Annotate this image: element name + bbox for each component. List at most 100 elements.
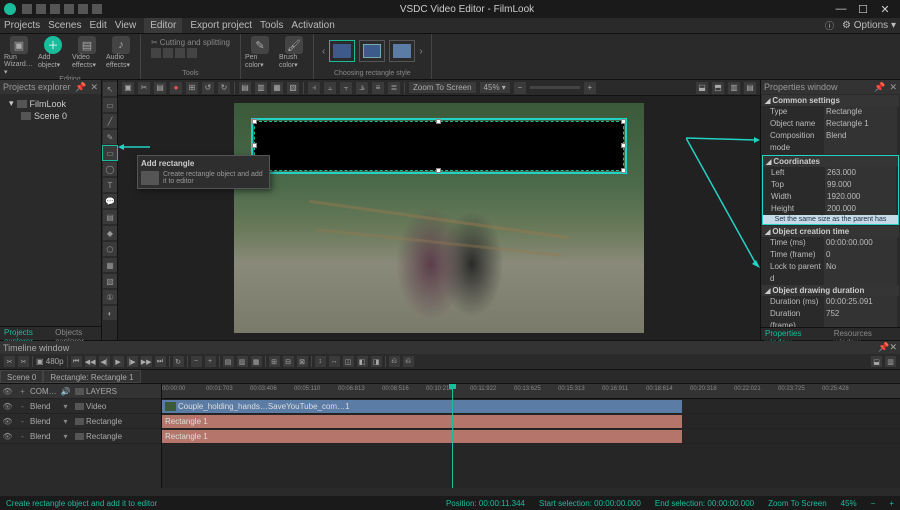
zoom-slider[interactable] — [530, 86, 580, 89]
zoom-in-button[interactable]: + — [889, 499, 894, 508]
style-swatch[interactable] — [359, 40, 385, 62]
align-button[interactable]: ⫡ — [356, 82, 368, 94]
toolbar-button[interactable]: ⬓ — [696, 82, 708, 94]
align-button[interactable]: ⫞ — [308, 82, 320, 94]
zoom-out-button[interactable]: − — [871, 499, 876, 508]
section-drawing-duration[interactable]: Object drawing duration — [762, 285, 899, 296]
qat-icon[interactable] — [64, 4, 74, 14]
canvas-viewport[interactable] — [118, 96, 760, 340]
tl-button[interactable]: + — [205, 356, 216, 367]
track-label[interactable]: Video — [73, 402, 161, 411]
toolbar-button[interactable]: ✂ — [138, 82, 150, 94]
resize-handle[interactable] — [621, 168, 626, 173]
duration-input[interactable]: 00:00:25.091 — [824, 296, 897, 308]
menu-edit[interactable]: Edit — [89, 20, 106, 31]
rectangle-object[interactable] — [254, 121, 624, 171]
skip-end-button[interactable]: ⏭ — [155, 356, 166, 367]
text-tool[interactable]: T — [103, 178, 117, 192]
counter-tool[interactable]: ① — [103, 290, 117, 304]
section-common[interactable]: Common settings — [762, 95, 899, 106]
timeline-ruler[interactable]: 00:00:0000:01:70300:03:40600:05:11000:06… — [162, 384, 900, 399]
close-icon[interactable]: ✕ — [889, 342, 897, 353]
blend-mode-select[interactable]: Blend — [30, 417, 58, 426]
style-swatch[interactable] — [389, 40, 415, 62]
left-input[interactable]: 263.000 — [825, 167, 896, 179]
tl-button[interactable]: ✂ — [4, 356, 15, 367]
resize-handle[interactable] — [252, 119, 257, 124]
tl-button[interactable]: ▥ — [237, 356, 248, 367]
audio-effects-button[interactable]: ♪Audio effects▾ — [106, 36, 136, 76]
resize-handle[interactable] — [252, 143, 257, 148]
toolbar-button[interactable]: ⬒ — [712, 82, 724, 94]
visibility-toggle[interactable]: 👁 — [0, 417, 15, 426]
ellipse-tool[interactable]: ◯ — [103, 162, 117, 176]
visibility-toggle[interactable]: 👁 — [0, 402, 15, 411]
set-same-size-button[interactable]: Set the same size as the parent has — [763, 215, 898, 224]
close-icon[interactable]: ✕ — [889, 82, 897, 93]
zoom-in-button[interactable]: + — [584, 82, 596, 94]
tab-properties-window[interactable]: Properties window — [761, 328, 830, 340]
close-icon[interactable]: ✕ — [90, 82, 98, 93]
composition-mode-select[interactable]: Blend — [824, 130, 897, 154]
timeline-tab-rectangle[interactable]: Rectangle: Rectangle 1 — [43, 370, 140, 383]
time-frame-input[interactable]: 0 — [824, 249, 897, 261]
add-object-button[interactable]: ＋Add object▾ — [38, 36, 68, 76]
brush-color-button[interactable]: 🖌Brush color▾ — [279, 36, 309, 69]
tree-scene-node[interactable]: Scene 0 — [3, 110, 98, 122]
toolbar-button[interactable]: ▤ — [154, 82, 166, 94]
clip-rectangle[interactable]: Rectangle 1 — [162, 415, 682, 428]
lock-select[interactable]: No — [824, 261, 897, 285]
tl-button[interactable]: − — [191, 356, 202, 367]
tool-icon[interactable] — [187, 48, 197, 58]
step-back-button[interactable]: ◀◀ — [85, 356, 96, 367]
blend-mode-select[interactable]: Blend — [30, 432, 58, 441]
qat-icon[interactable] — [22, 4, 32, 14]
track-label[interactable]: Rectangle — [73, 417, 161, 426]
tl-button[interactable]: ▥ — [885, 356, 896, 367]
tool-icon[interactable] — [151, 48, 161, 58]
menu-editor[interactable]: Editor — [144, 18, 182, 33]
tl-button[interactable]: ↕ — [315, 356, 326, 367]
clip-video[interactable]: Couple_holding_hands…SaveYouTube_com…1 — [162, 400, 682, 413]
clip-rectangle[interactable]: Rectangle 1 — [162, 430, 682, 443]
align-button[interactable]: ≡ — [372, 82, 384, 94]
menu-activation[interactable]: Activation — [291, 20, 334, 31]
toolbar-button[interactable]: ⊞ — [186, 82, 198, 94]
tl-button[interactable]: ⊟ — [283, 356, 294, 367]
skip-start-button[interactable]: ⏮ — [71, 356, 82, 367]
time-input[interactable]: 00:00:00.000 — [824, 237, 897, 249]
shape-tool[interactable]: ⬠ — [103, 242, 117, 256]
tl-button[interactable]: ◧ — [357, 356, 368, 367]
toolbar-button[interactable]: ↻ — [218, 82, 230, 94]
section-creation-time[interactable]: Object creation time — [762, 226, 899, 237]
menu-view[interactable]: View — [115, 20, 137, 31]
tl-button[interactable]: ⬓ — [871, 356, 882, 367]
tl-button[interactable]: ▤ — [223, 356, 234, 367]
visibility-toggle[interactable]: 👁 — [0, 432, 15, 441]
pin-icon[interactable]: 📌 — [75, 82, 86, 93]
tl-button[interactable]: ⊠ — [297, 356, 308, 367]
resize-handle[interactable] — [621, 143, 626, 148]
cursor-tool[interactable]: ↖ — [103, 82, 117, 96]
toolbar-button[interactable]: ▧ — [287, 82, 299, 94]
menu-export[interactable]: Export project — [190, 20, 252, 31]
tl-button[interactable]: ⎌ — [403, 356, 414, 367]
qat-icon[interactable] — [92, 4, 102, 14]
toolbar-button[interactable]: ▤ — [744, 82, 756, 94]
resize-handle[interactable] — [436, 119, 441, 124]
loop-button[interactable]: ↻ — [173, 356, 184, 367]
toolbar-button[interactable]: ▥ — [255, 82, 267, 94]
style-swatch[interactable] — [329, 40, 355, 62]
pen-color-button[interactable]: ✎Pen color▾ — [245, 36, 275, 69]
play-button[interactable]: ▶ — [113, 356, 124, 367]
tab-objects-explorer[interactable]: Objects explorer — [51, 327, 101, 340]
tl-button[interactable]: ⎌ — [389, 356, 400, 367]
toolbar-button[interactable]: ● — [170, 82, 182, 94]
step-fwd-button[interactable]: ▶▶ — [141, 356, 152, 367]
tab-projects-explorer[interactable]: Projects explorer — [0, 327, 51, 340]
pin-icon[interactable]: 📌 — [878, 342, 889, 353]
rectangle-tool[interactable]: ▭ — [103, 146, 117, 160]
top-input[interactable]: 99.000 — [825, 179, 896, 191]
zoom-pct-dropdown[interactable]: 45% ▾ — [480, 82, 510, 93]
track-label[interactable]: Rectangle — [73, 432, 161, 441]
